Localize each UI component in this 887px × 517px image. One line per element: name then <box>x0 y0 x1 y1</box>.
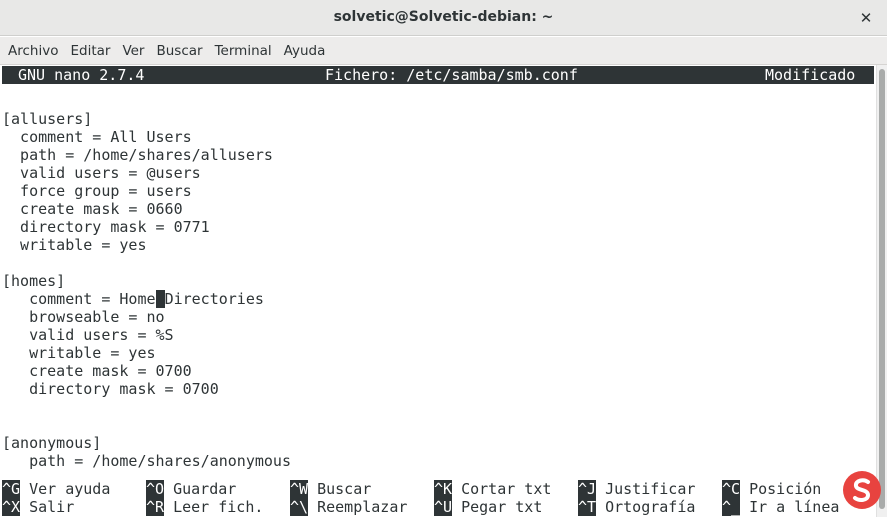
close-icon[interactable]: ✕ <box>855 7 877 29</box>
text-cursor <box>155 290 165 308</box>
shortcut-key: ^O <box>146 480 165 498</box>
shortcut-description: Pegar txt <box>452 498 543 516</box>
config-line: create mask = 0700 <box>2 362 192 380</box>
config-line: valid users = @users <box>2 164 201 182</box>
nano-header-bar: GNU nano 2.7.4 Fichero: /etc/samba/smb.c… <box>2 66 874 84</box>
shortcut-item: ^R Leer fich. <box>146 498 263 516</box>
shortcut-key: ^R <box>146 498 165 516</box>
config-line: comment = All Users <box>2 128 192 146</box>
config-line: create mask = 0660 <box>2 200 183 218</box>
scrollbar-thumb[interactable] <box>879 69 885 509</box>
shortcut-description: Cortar txt <box>452 480 552 498</box>
config-line: writable = yes <box>2 344 156 362</box>
config-line: browseable = no <box>2 308 165 326</box>
shortcut-description: Buscar <box>308 480 372 498</box>
menu-editar[interactable]: Editar <box>64 43 116 59</box>
shortcut-item: ^_ Ir a línea <box>722 498 839 516</box>
shortcut-key: ^W <box>290 480 309 498</box>
solvetic-logo-icon <box>843 471 881 509</box>
section-header-line: [anonymous] <box>2 434 102 452</box>
shortcut-item: ^O Guardar <box>146 480 236 498</box>
shortcut-description: Ver ayuda <box>20 480 111 498</box>
shortcut-item: ^G Ver ayuda <box>2 480 110 498</box>
shortcut-key: ^C <box>722 480 741 498</box>
shortcut-description: Salir <box>20 498 75 516</box>
shortcut-item: ^C Posición <box>722 480 821 498</box>
config-line: path = /home/shares/allusers <box>2 146 273 164</box>
shortcut-key: ^X <box>2 498 21 516</box>
section-header-line: [allusers] <box>2 110 93 128</box>
shortcut-key: ^_ <box>722 498 741 516</box>
terminal-area[interactable]: GNU nano 2.7.4 Fichero: /etc/samba/smb.c… <box>0 65 876 517</box>
section-header-line: [homes] <box>2 272 66 290</box>
shortcut-item: ^W Buscar <box>290 480 371 498</box>
shortcut-key: ^T <box>578 498 597 516</box>
menu-terminal[interactable]: Terminal <box>209 43 278 59</box>
menu-ver[interactable]: Ver <box>116 43 150 59</box>
shortcut-description: Guardar <box>164 480 237 498</box>
config-line: path = /home/shares/anonymous <box>2 452 291 470</box>
menu-bar: Archivo Editar Ver Buscar Terminal Ayuda <box>0 37 887 65</box>
config-line: writable = yes <box>2 236 147 254</box>
menu-ayuda[interactable]: Ayuda <box>278 43 332 59</box>
config-line: directory mask = 0700 <box>2 380 219 398</box>
shortcut-key: ^K <box>434 480 453 498</box>
shortcut-description: Justificar <box>596 480 696 498</box>
shortcut-description: Leer fich. <box>164 498 264 516</box>
shortcut-item: ^X Salir <box>2 498 74 516</box>
scrollbar[interactable] <box>876 65 887 517</box>
shortcut-item: ^U Pegar txt <box>434 498 542 516</box>
shortcut-key: ^J <box>578 480 597 498</box>
shortcut-item: ^T Ortografía <box>578 498 695 516</box>
shortcut-item: ^K Cortar txt <box>434 480 551 498</box>
shortcut-key: ^\ <box>290 498 309 516</box>
shortcut-item: ^J Justificar <box>578 480 695 498</box>
cursor-line-before: comment = Home <box>2 290 156 308</box>
shortcut-item: ^\ Reemplazar <box>290 498 407 516</box>
nano-filename: Fichero: /etc/samba/smb.conf <box>325 66 578 84</box>
window-title: solvetic@Solvetic-debian: ~ <box>333 9 554 25</box>
menu-archivo[interactable]: Archivo <box>2 43 64 59</box>
shortcut-description: Reemplazar <box>308 498 408 516</box>
menu-buscar[interactable]: Buscar <box>150 43 208 59</box>
window-titlebar[interactable]: solvetic@Solvetic-debian: ~ ✕ <box>0 0 887 36</box>
cursor-line-after: Directories <box>164 290 264 308</box>
shortcut-description: Posición <box>740 480 822 498</box>
shortcut-key: ^G <box>2 480 21 498</box>
shortcut-description: Ortografía <box>596 498 696 516</box>
config-line: force group = users <box>2 182 192 200</box>
shortcut-description: Ir a línea <box>740 498 840 516</box>
nano-version: GNU nano 2.7.4 <box>18 66 145 84</box>
config-line: directory mask = 0771 <box>2 218 210 236</box>
config-line: valid users = %S <box>2 326 174 344</box>
shortcut-key: ^U <box>434 498 453 516</box>
nano-modified-status: Modificado <box>765 66 856 84</box>
config-line-with-cursor: comment = Home Directories <box>2 290 264 308</box>
